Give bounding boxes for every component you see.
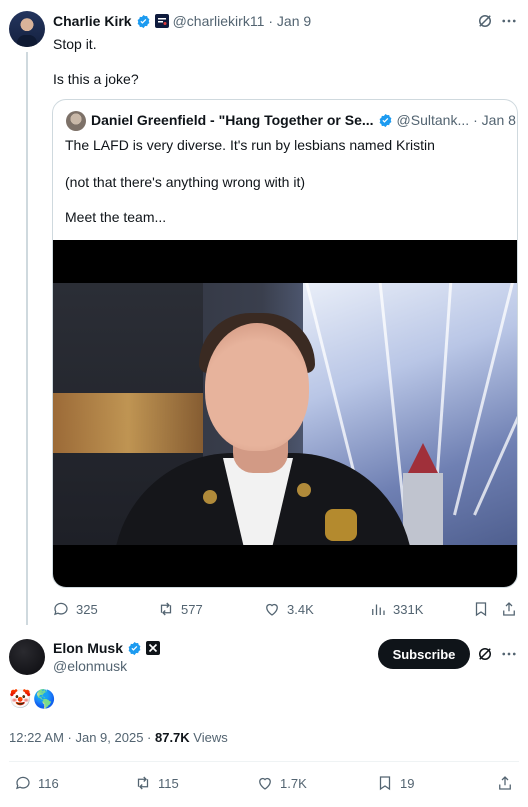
bookmark-button[interactable]: 19 bbox=[376, 774, 414, 792]
views-icon bbox=[372, 604, 385, 615]
video-player[interactable] bbox=[53, 240, 517, 587]
uniform-shield-badge bbox=[325, 509, 357, 541]
quoted-text-line: Meet the team... bbox=[65, 209, 167, 225]
affiliate-badge-icon bbox=[154, 14, 169, 28]
reply-icon bbox=[16, 776, 30, 790]
quoted-author-handle: @Sultank... bbox=[396, 112, 470, 128]
quoted-tweet-card[interactable]: Daniel Greenfield - "Hang Together or Se… bbox=[52, 99, 518, 588]
like-button[interactable]: 1.7K bbox=[256, 774, 307, 792]
tweet-metadata: 12:22 AM · Jan 9, 2025 · 87.7K Views bbox=[9, 730, 228, 745]
video-frame bbox=[53, 283, 517, 545]
repost-icon bbox=[137, 776, 149, 790]
author-name[interactable]: Charlie Kirk bbox=[53, 13, 132, 29]
video-background-fire bbox=[53, 393, 203, 453]
x-affiliate-badge-icon bbox=[146, 641, 161, 655]
repost-count: 577 bbox=[181, 601, 203, 617]
repost-icon bbox=[160, 602, 172, 616]
quoted-text-line: The LAFD is very diverse. It's run by le… bbox=[65, 137, 435, 153]
reply-tweet-header: Elon Musk bbox=[53, 640, 161, 656]
more-icon[interactable] bbox=[500, 645, 518, 663]
person-face bbox=[205, 323, 309, 451]
like-count: 1.7K bbox=[280, 775, 307, 791]
verified-badge-icon bbox=[137, 14, 149, 28]
quoted-tweet-date: · Jan 8 bbox=[473, 112, 516, 128]
share-button[interactable] bbox=[496, 774, 514, 792]
thread-line bbox=[26, 52, 28, 625]
share-button[interactable] bbox=[500, 600, 518, 618]
verified-badge-icon bbox=[379, 113, 391, 127]
reply-icon bbox=[54, 602, 68, 616]
verified-badge-icon bbox=[128, 641, 141, 655]
elon-musk-avatar[interactable] bbox=[9, 639, 45, 675]
share-icon bbox=[499, 776, 511, 790]
fireboat-tower bbox=[403, 473, 443, 545]
views-label: Views bbox=[189, 730, 228, 745]
reply-count: 325 bbox=[76, 601, 98, 617]
reply-count: 116 bbox=[38, 775, 59, 791]
author-handle[interactable]: @charliekirk11 bbox=[173, 13, 265, 29]
bookmark-button[interactable] bbox=[472, 600, 490, 618]
views-count: 87.7K bbox=[154, 730, 190, 745]
bookmark-count: 19 bbox=[400, 775, 415, 791]
reply-tweet-text: 🤡🌎 bbox=[9, 689, 58, 709]
author-name[interactable]: Elon Musk bbox=[53, 640, 123, 656]
reply-button[interactable]: 325 bbox=[52, 600, 98, 618]
bookmark-icon bbox=[475, 602, 487, 617]
quoted-author-name: Daniel Greenfield - "Hang Together or Se… bbox=[91, 112, 374, 128]
like-icon bbox=[259, 777, 271, 790]
views-count: 331K bbox=[393, 601, 424, 617]
quoted-author-avatar bbox=[66, 111, 86, 131]
tweet-text-line: Is this a joke? bbox=[53, 71, 139, 87]
repost-button[interactable]: 577 bbox=[157, 600, 203, 618]
reply-button[interactable]: 116 bbox=[14, 774, 59, 792]
uniform-button bbox=[297, 483, 311, 497]
quoted-tweet-header: Daniel Greenfield - "Hang Together or Se… bbox=[91, 112, 516, 128]
like-button[interactable]: 3.4K bbox=[263, 600, 314, 618]
tweet-timestamp[interactable]: 12:22 AM · Jan 9, 2025 · bbox=[9, 730, 155, 745]
like-icon bbox=[266, 603, 278, 616]
repost-count: 115 bbox=[158, 775, 179, 791]
subscribe-button[interactable]: Subscribe bbox=[378, 639, 470, 669]
grok-icon[interactable] bbox=[476, 645, 494, 663]
more-icon[interactable] bbox=[500, 12, 518, 30]
tweet-text-line: Stop it. bbox=[53, 36, 97, 52]
views-button[interactable]: 331K bbox=[369, 600, 423, 618]
like-count: 3.4K bbox=[287, 601, 314, 617]
parent-tweet-header: Charlie Kirk @charliekirk11 · Jan 9 bbox=[53, 12, 311, 30]
quoted-text-line: (not that there's anything wrong with it… bbox=[65, 174, 306, 190]
charlie-kirk-avatar[interactable] bbox=[9, 11, 45, 47]
bookmark-icon bbox=[379, 776, 391, 791]
share-icon bbox=[503, 602, 515, 616]
divider bbox=[9, 761, 519, 762]
tweet-date[interactable]: · Jan 9 bbox=[268, 13, 311, 29]
author-handle[interactable]: @elonmusk bbox=[53, 658, 127, 674]
repost-button[interactable]: 115 bbox=[134, 774, 179, 792]
uniform-button bbox=[203, 490, 217, 504]
grok-icon[interactable] bbox=[476, 12, 494, 30]
